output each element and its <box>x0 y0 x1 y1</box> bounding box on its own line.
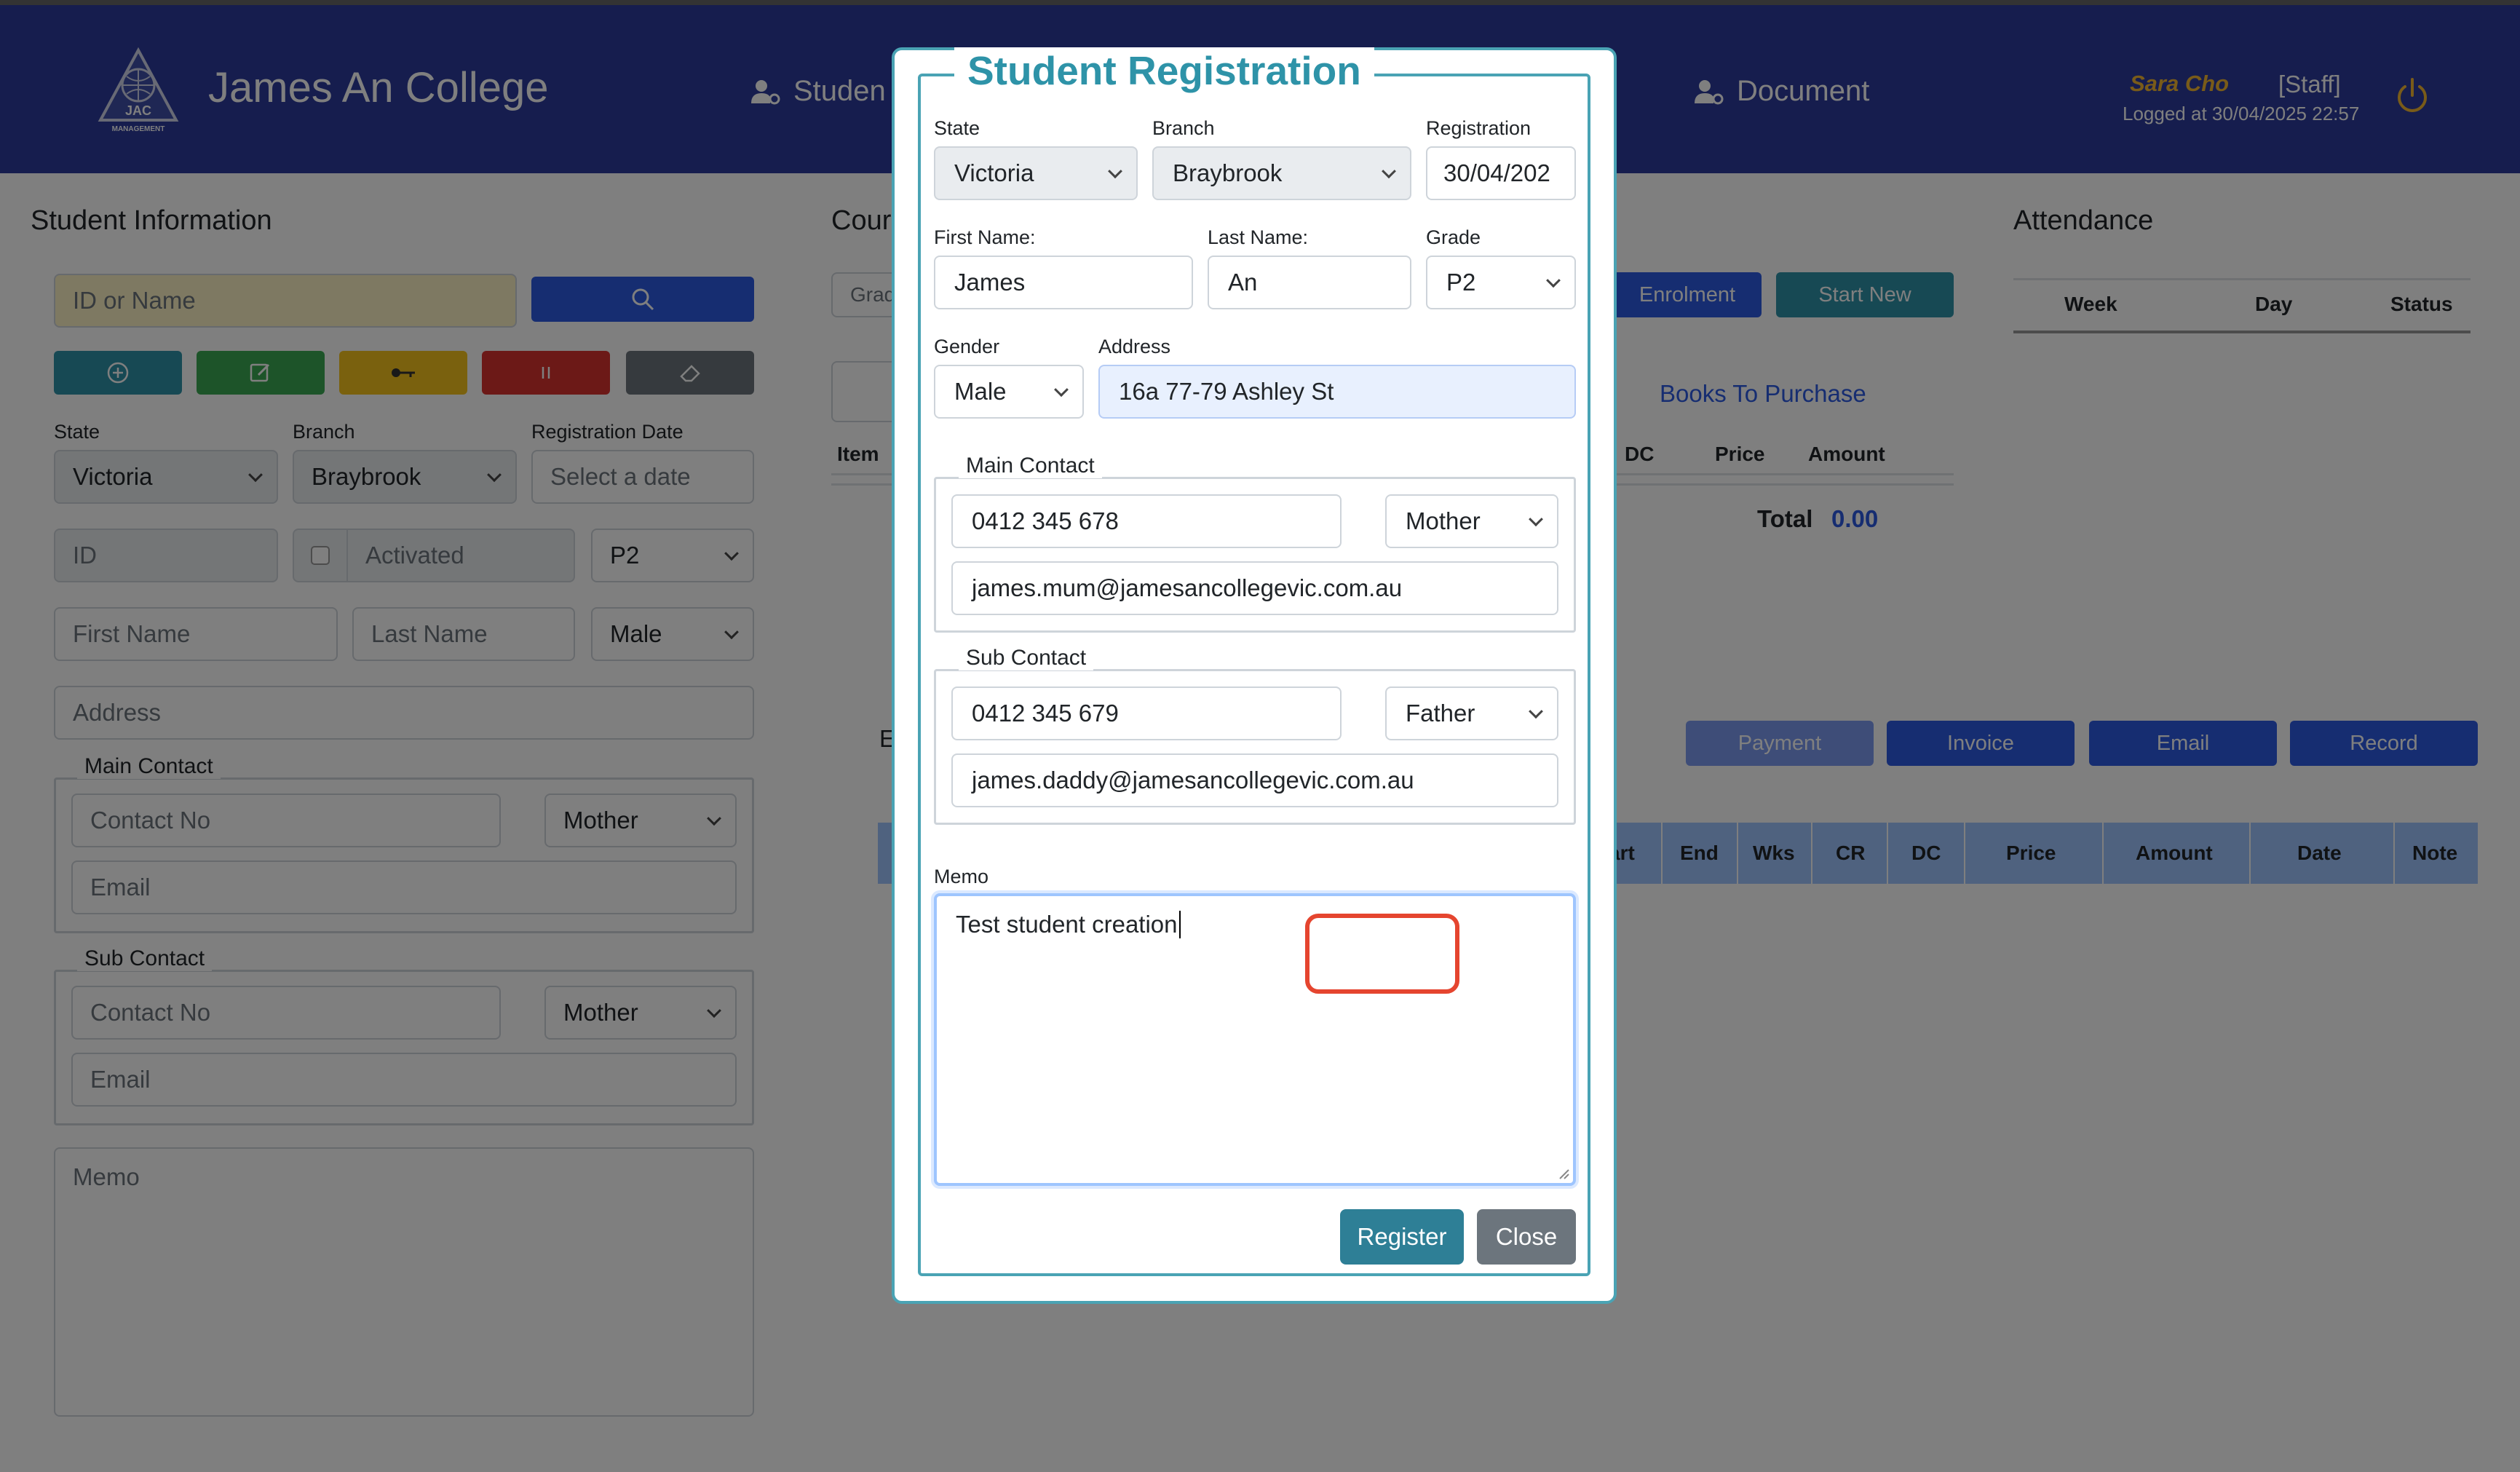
modal-first-name-input[interactable]: James <box>934 256 1193 309</box>
modal-title: Student Registration <box>954 47 1374 94</box>
modal-memo-label: Memo <box>934 866 989 887</box>
close-button[interactable]: Close <box>1477 1209 1576 1265</box>
modal-last-name-label: Last Name: <box>1208 226 1309 248</box>
modal-grade-select[interactable]: P2 <box>1426 256 1576 309</box>
resize-handle-icon[interactable] <box>1556 1166 1570 1180</box>
text-cursor <box>1178 911 1181 938</box>
modal-registration-date-input[interactable]: 30/04/202 <box>1426 146 1576 200</box>
annotation-highlight-box <box>1305 914 1459 994</box>
register-button[interactable]: Register <box>1340 1209 1464 1265</box>
modal-branch-label: Branch <box>1152 117 1215 139</box>
modal-sub-relation-select[interactable]: Father <box>1385 686 1558 740</box>
modal-sub-contact-legend: Sub Contact <box>959 646 1094 670</box>
modal-main-email-input[interactable]: james.mum@jamesancollegevic.com.au <box>951 561 1558 615</box>
modal-main-relation-select[interactable]: Mother <box>1385 494 1558 548</box>
modal-state-select[interactable]: Victoria <box>934 146 1138 200</box>
modal-memo-textarea[interactable]: Test student creation <box>934 893 1576 1186</box>
window-top-edge <box>0 0 2520 5</box>
modal-registration-label: Registration <box>1426 117 1532 139</box>
modal-sub-phone-input[interactable]: 0412 345 679 <box>951 686 1342 740</box>
modal-state-label: State <box>934 117 980 139</box>
modal-gender-label: Gender <box>934 336 1000 357</box>
modal-main-contact-legend: Main Contact <box>959 454 1102 478</box>
modal-main-phone-input[interactable]: 0412 345 678 <box>951 494 1342 548</box>
modal-address-input[interactable]: 16a 77-79 Ashley St <box>1098 365 1576 419</box>
modal-sub-email-input[interactable]: james.daddy@jamesancollegevic.com.au <box>951 753 1558 807</box>
modal-branch-select[interactable]: Braybrook <box>1152 146 1411 200</box>
modal-last-name-input[interactable]: An <box>1208 256 1411 309</box>
modal-grade-label: Grade <box>1426 226 1481 248</box>
modal-gender-select[interactable]: Male <box>934 365 1084 419</box>
modal-address-label: Address <box>1098 336 1171 357</box>
modal-first-name-label: First Name: <box>934 226 1036 248</box>
student-registration-modal: Student Registration State Branch Regist… <box>892 47 1617 1304</box>
modal-memo-text: Test student creation <box>956 911 1178 938</box>
